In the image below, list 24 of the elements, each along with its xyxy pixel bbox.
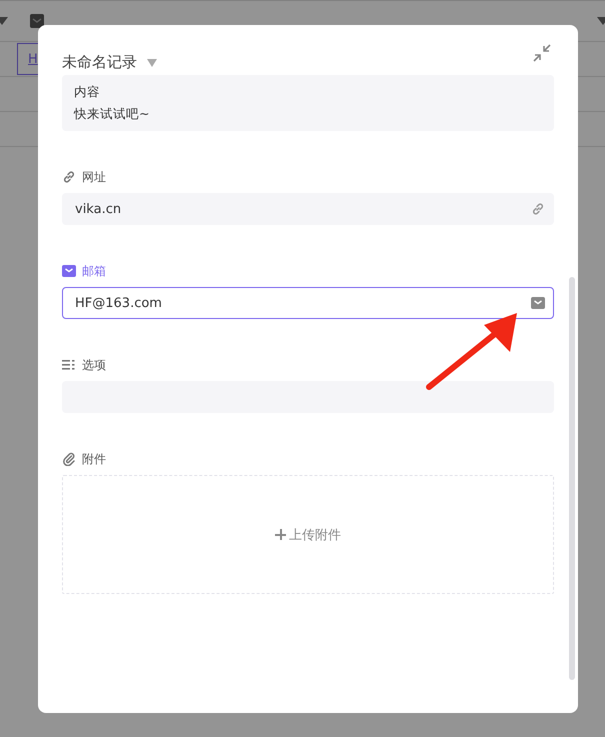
mail-icon [30, 14, 44, 28]
upload-area[interactable]: 上传附件 [62, 475, 554, 594]
input-field[interactable] [62, 381, 554, 413]
field-value: HF@163.com [75, 296, 162, 310]
field-label: 选项 [82, 356, 106, 374]
field-label: 网址 [82, 168, 106, 186]
field-text: 内容 [74, 83, 101, 101]
paperclip-icon [62, 452, 76, 466]
link-icon[interactable] [531, 202, 545, 216]
mail-icon[interactable] [531, 297, 545, 309]
upload-label: 上传附件 [289, 526, 341, 544]
scrollbar[interactable] [569, 277, 575, 680]
field-label: 附件 [82, 450, 106, 468]
mail-icon [62, 264, 76, 278]
collapse-icon[interactable] [532, 43, 552, 63]
input-field[interactable]: HF@163.com [62, 287, 554, 319]
link-icon [62, 170, 76, 184]
input-field[interactable]: vika.cn [62, 193, 554, 225]
field-text: 快来试试吧~ [74, 105, 150, 123]
record-title: 未命名记录 [62, 52, 137, 72]
text-field[interactable]: 内容 快来试试吧~ [62, 75, 554, 131]
list-icon [62, 358, 76, 372]
field-value: vika.cn [75, 202, 122, 216]
field-label: 邮箱 [82, 262, 106, 280]
